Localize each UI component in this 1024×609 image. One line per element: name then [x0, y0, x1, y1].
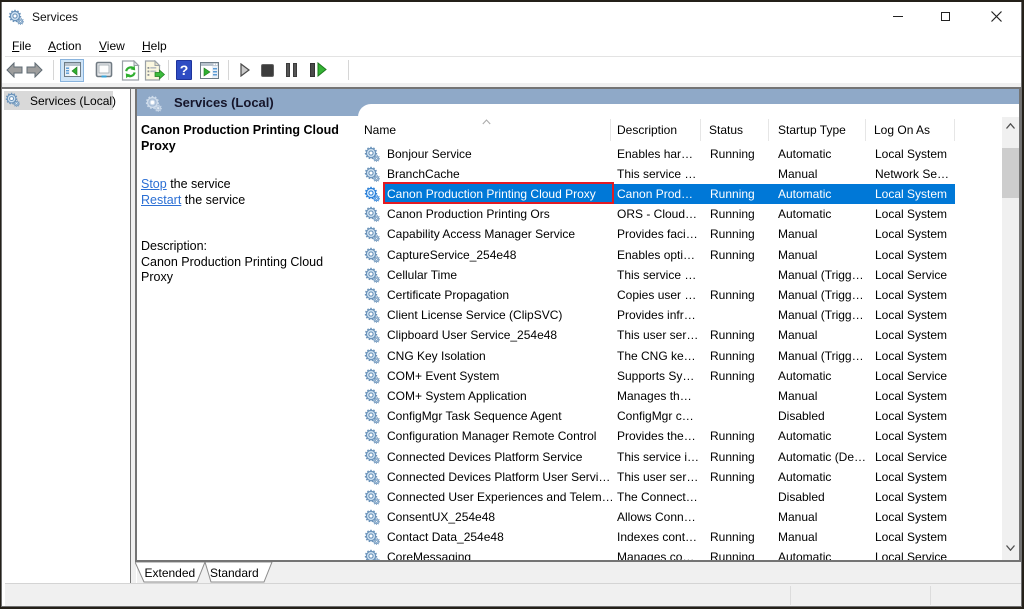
svg-text:Standard: Standard: [210, 566, 259, 580]
svg-text:Extended: Extended: [145, 566, 196, 580]
